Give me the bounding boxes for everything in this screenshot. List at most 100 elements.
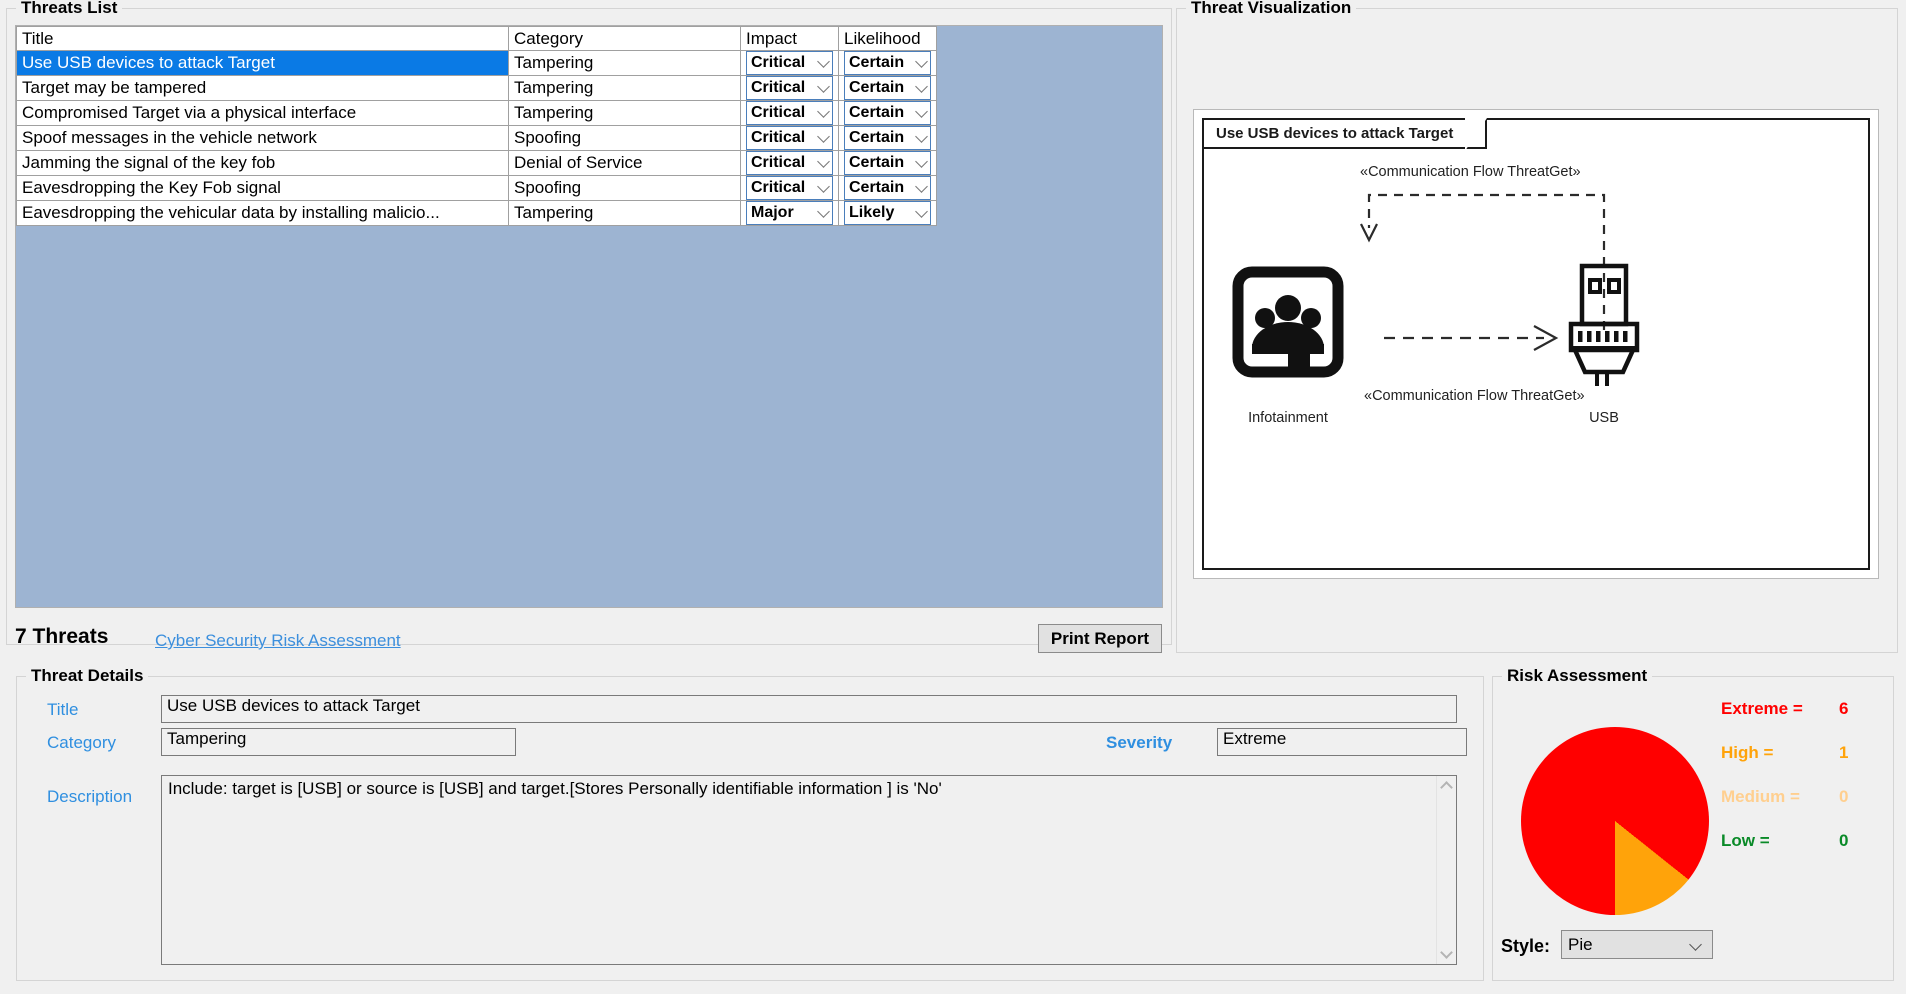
cyber-security-risk-assessment-link[interactable]: Cyber Security Risk Assessment [155, 631, 401, 651]
description-scrollbar[interactable] [1436, 776, 1456, 964]
cell-likelihood: Certain [838, 50, 937, 76]
title-field-label: Title [47, 700, 79, 719]
chevron-down-icon [817, 180, 830, 193]
cell-category[interactable]: Tampering [508, 75, 741, 101]
chevron-down-icon [915, 80, 928, 93]
chevron-down-icon [817, 105, 830, 118]
impact-select-value: Critical [751, 54, 806, 71]
diagram-frame: Use USB devices to attack Target «Commun… [1202, 118, 1870, 570]
column-header-likelihood[interactable]: Likelihood [838, 26, 937, 51]
threats-table[interactable]: Title Category Impact Likelihood Use USB… [16, 26, 937, 226]
legend-label-extreme: Extreme = [1721, 699, 1803, 718]
threats-list-surface[interactable]: Title Category Impact Likelihood Use USB… [15, 25, 1163, 608]
table-row[interactable]: Eavesdropping the Key Fob signal Spoofing… [16, 175, 937, 201]
likelihood-select-value: Certain [849, 79, 905, 96]
cell-impact: Critical [740, 75, 839, 101]
infotainment-screen-icon [1232, 266, 1344, 383]
chevron-down-icon [915, 105, 928, 118]
likelihood-select[interactable]: Certain [844, 126, 931, 150]
likelihood-select-value: Likely [849, 204, 895, 221]
likelihood-select[interactable]: Certain [844, 51, 931, 75]
threat-count-label: 7 Threats [15, 625, 109, 648]
cell-category[interactable]: Denial of Service [508, 150, 741, 176]
cell-impact: Critical [740, 150, 839, 176]
likelihood-select[interactable]: Likely [844, 201, 931, 225]
impact-select-value: Critical [751, 104, 806, 121]
legend-value-low: 0 [1839, 831, 1849, 850]
chart-style-value: Pie [1568, 935, 1593, 954]
chevron-down-icon [915, 130, 928, 143]
legend-label-low: Low = [1721, 831, 1770, 850]
column-header-category[interactable]: Category [508, 26, 741, 51]
likelihood-select-value: Certain [849, 179, 905, 196]
impact-select[interactable]: Major [746, 201, 833, 225]
impact-select[interactable]: Critical [746, 176, 833, 200]
chevron-down-icon [817, 80, 830, 93]
impact-select-value: Major [751, 204, 794, 221]
cell-title[interactable]: Spoof messages in the vehicle network [16, 125, 509, 151]
chevron-down-icon [817, 205, 830, 218]
severity-field[interactable]: Extreme [1217, 728, 1467, 756]
cell-category[interactable]: Tampering [508, 200, 741, 226]
cell-category[interactable]: Tampering [508, 50, 741, 76]
cell-impact: Critical [740, 125, 839, 151]
edge-label-bottom: «Communication Flow ThreatGet» [1364, 388, 1585, 404]
likelihood-select[interactable]: Certain [844, 76, 931, 100]
severity-field-label: Severity [1106, 733, 1173, 752]
node-label-infotainment: Infotainment [1248, 410, 1328, 426]
chevron-down-icon [1689, 938, 1702, 951]
table-row[interactable]: Eavesdropping the vehicular data by inst… [16, 200, 937, 226]
impact-select[interactable]: Critical [746, 101, 833, 125]
style-label: Style: [1501, 936, 1551, 956]
scroll-up-icon[interactable] [1440, 781, 1453, 794]
scroll-down-icon[interactable] [1440, 946, 1453, 959]
cell-title[interactable]: Compromised Target via a physical interf… [16, 100, 509, 126]
usb-connector-icon [1554, 262, 1654, 393]
cell-title[interactable]: Eavesdropping the Key Fob signal [16, 175, 509, 201]
impact-select[interactable]: Critical [746, 76, 833, 100]
threat-details-panel: Threat Details Title Use USB devices to … [16, 666, 1484, 981]
cell-title[interactable]: Target may be tampered [16, 75, 509, 101]
chevron-down-icon [915, 180, 928, 193]
app-window: Threats List Title Category Impact Likel… [0, 0, 1906, 994]
table-row[interactable]: Use USB devices to attack Target Tamperin… [16, 50, 937, 76]
cell-likelihood: Likely [838, 200, 937, 226]
cell-title[interactable]: Eavesdropping the vehicular data by inst… [16, 200, 509, 226]
table-row[interactable]: Spoof messages in the vehicle network Spo… [16, 125, 937, 151]
likelihood-select-value: Certain [849, 104, 905, 121]
cell-category[interactable]: Tampering [508, 100, 741, 126]
cell-category[interactable]: Spoofing [508, 125, 741, 151]
threats-list-panel: Threats List Title Category Impact Likel… [6, 0, 1172, 653]
table-row[interactable]: Jamming the signal of the key fob Denial … [16, 150, 937, 176]
likelihood-select[interactable]: Certain [844, 101, 931, 125]
legend-value-high: 1 [1839, 743, 1849, 762]
cell-category[interactable]: Spoofing [508, 175, 741, 201]
table-row[interactable]: Compromised Target via a physical interf… [16, 100, 937, 126]
cell-title[interactable]: Use USB devices to attack Target [16, 50, 509, 76]
description-field[interactable]: Include: target is [USB] or source is [U… [161, 775, 1457, 965]
risk-pie-chart [1521, 727, 1709, 915]
chevron-down-icon [915, 155, 928, 168]
likelihood-select[interactable]: Certain [844, 176, 931, 200]
likelihood-select-value: Certain [849, 129, 905, 146]
impact-select[interactable]: Critical [746, 126, 833, 150]
likelihood-select[interactable]: Certain [844, 151, 931, 175]
visualization-canvas[interactable]: Use USB devices to attack Target «Commun… [1193, 109, 1879, 579]
chart-style-select[interactable]: Pie [1561, 930, 1713, 959]
print-report-button[interactable]: Print Report [1038, 624, 1162, 653]
category-field[interactable]: Tampering [161, 728, 516, 756]
chevron-down-icon [817, 55, 830, 68]
cell-impact: Critical [740, 100, 839, 126]
cell-title[interactable]: Jamming the signal of the key fob [16, 150, 509, 176]
column-header-title[interactable]: Title [16, 26, 509, 51]
table-row[interactable]: Target may be tampered Tampering Critical C… [16, 75, 937, 101]
impact-select-value: Critical [751, 154, 806, 171]
impact-select[interactable]: Critical [746, 151, 833, 175]
legend-value-medium: 0 [1839, 787, 1849, 806]
column-header-impact[interactable]: Impact [740, 26, 839, 51]
legend-value-extreme: 6 [1839, 699, 1849, 718]
title-field[interactable]: Use USB devices to attack Target [161, 695, 1457, 723]
impact-select[interactable]: Critical [746, 51, 833, 75]
description-text: Include: target is [USB] or source is [U… [168, 779, 942, 798]
cell-impact: Critical [740, 50, 839, 76]
